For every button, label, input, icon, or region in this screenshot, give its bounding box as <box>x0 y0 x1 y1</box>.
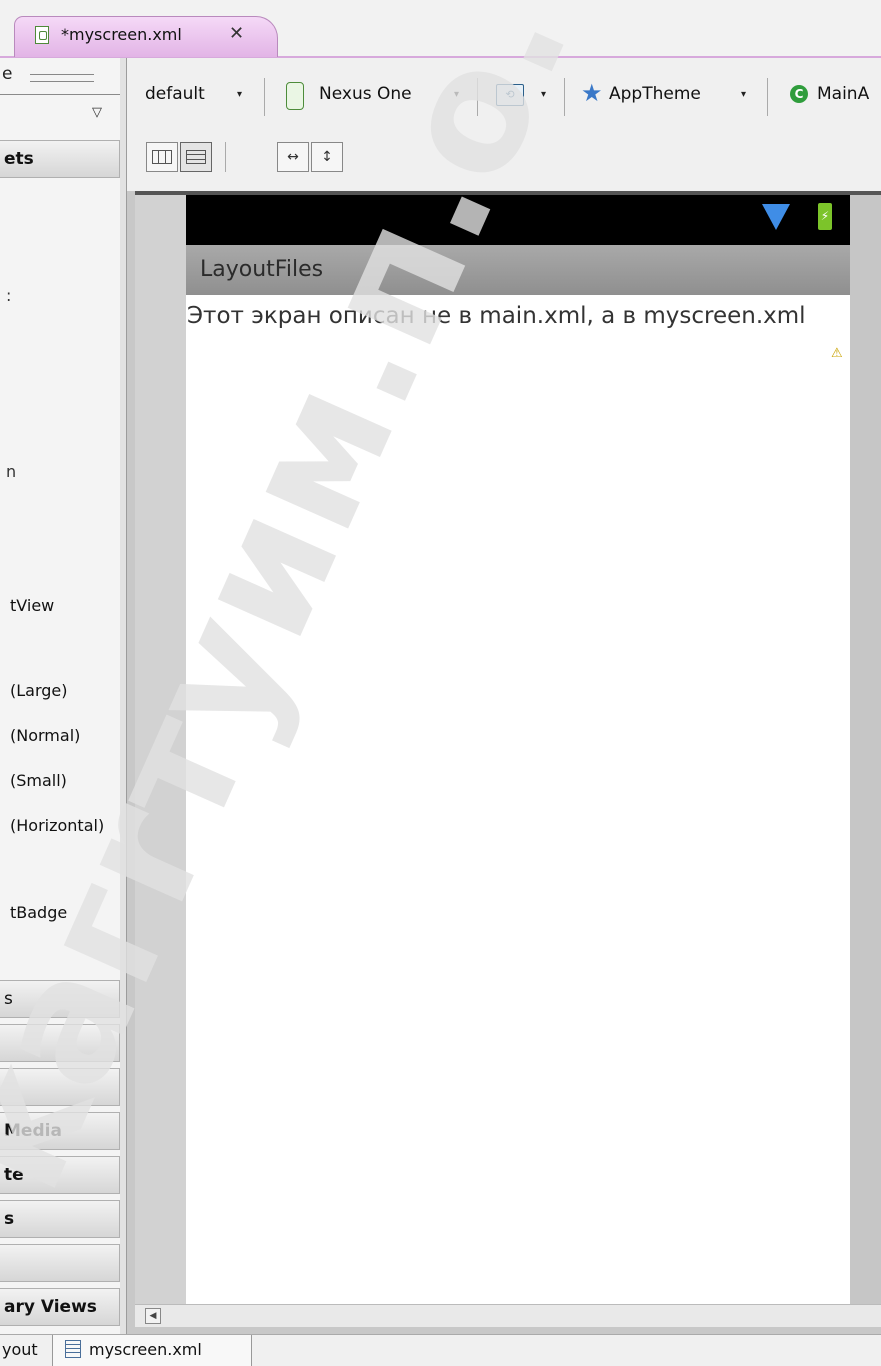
palette-header[interactable] <box>0 1244 120 1282</box>
device-preview[interactable] <box>186 195 850 1304</box>
xml-file-icon <box>65 1339 81 1358</box>
app-title: LayoutFiles <box>200 257 324 282</box>
toolbar-separator <box>225 142 226 172</box>
palette-header[interactable] <box>0 1024 120 1062</box>
textview-content[interactable]: Этот экран описан не в main.xml, а в mys… <box>187 300 832 332</box>
palette-header-custom-library-views[interactable]: ary Views <box>0 1288 120 1326</box>
horizontal-arrows-icon: ↔ <box>287 149 299 165</box>
fill-width-button[interactable]: ↔ <box>277 142 309 172</box>
close-icon[interactable]: ✕ <box>229 23 244 44</box>
palette-item-quickcontactbadge[interactable]: tBadge <box>10 903 67 922</box>
editor-bottom-tabs: yout myscreen.xml <box>0 1334 881 1366</box>
fill-height-button[interactable]: ↕ <box>311 142 343 172</box>
tab-xml-label: myscreen.xml <box>89 1340 202 1359</box>
layout-columns-button[interactable] <box>146 142 178 172</box>
chevron-down-icon[interactable]: ▾ <box>541 89 546 100</box>
toolbar-separator <box>264 78 265 116</box>
palette-header-time-date[interactable]: te <box>0 1156 120 1194</box>
scroll-left-icon[interactable]: ◀ <box>145 1308 161 1324</box>
vertical-arrows-icon: ↕ <box>321 149 333 165</box>
tab-graphical-layout[interactable]: yout <box>0 1335 50 1366</box>
device-dropdown-label[interactable]: Nexus One <box>319 84 412 104</box>
config-dropdown-label[interactable]: default <box>145 84 205 104</box>
palette-item-textview[interactable]: tView <box>10 596 54 615</box>
palette-panel: e ▽ ets : n tView (Large) (Normal) (Smal… <box>0 58 127 1334</box>
palette-dropdown[interactable]: ▽ <box>0 94 120 129</box>
theme-dropdown-label[interactable]: AppTheme <box>609 84 701 104</box>
toolbar-separator <box>564 78 565 116</box>
toolbar-separator <box>767 78 768 116</box>
canvas-margin <box>850 195 881 1304</box>
activity-dropdown-label[interactable]: MainA <box>817 84 869 104</box>
palette-item-fragment[interactable]: n <box>6 462 16 481</box>
palette-header-widgets[interactable]: ets <box>0 140 120 178</box>
warning-icon[interactable]: ⚠ <box>831 346 843 361</box>
palette-item-progress-small[interactable]: (Small) <box>10 771 67 790</box>
palette-search-text: e <box>2 64 13 84</box>
palette-item-progress-normal[interactable]: (Normal) <box>10 726 80 745</box>
device-icon <box>286 82 304 110</box>
editor-tab-myscreen[interactable]: *myscreen.xml ✕ <box>14 16 278 57</box>
palette-item-fragment[interactable]: : <box>6 286 11 305</box>
toolbar-separator <box>477 78 478 116</box>
chevron-down-icon: ▽ <box>92 105 102 120</box>
palette-header[interactable]: s <box>0 980 120 1018</box>
device-status-bar: ⚡ <box>186 195 850 245</box>
palette-grip-icon <box>30 74 94 82</box>
activity-icon: C <box>790 85 808 103</box>
tab-xml-source[interactable]: myscreen.xml <box>52 1335 252 1366</box>
layout-toolbar: ↔ ↕ <box>127 134 881 191</box>
layout-rows-button[interactable] <box>180 142 212 172</box>
chevron-down-icon[interactable]: ▾ <box>741 89 746 100</box>
wifi-icon <box>762 204 790 230</box>
palette-item-progress-horizontal[interactable]: (Horizontal) <box>10 816 104 835</box>
star-icon: ★ <box>581 79 603 107</box>
rows-icon <box>186 150 206 164</box>
palette-header-transitions[interactable]: s <box>0 1200 120 1238</box>
palette-search[interactable]: e <box>0 62 122 92</box>
columns-icon <box>152 150 172 164</box>
chevron-down-icon[interactable]: ▾ <box>237 89 242 100</box>
canvas-horizontal-scrollbar[interactable]: ◀ <box>135 1304 881 1327</box>
palette-header[interactable] <box>0 1068 120 1106</box>
battery-icon: ⚡ <box>818 203 832 230</box>
app-action-bar: LayoutFiles <box>186 245 850 295</box>
editor-tab-strip: *myscreen.xml ✕ <box>0 0 881 59</box>
rotate-icon[interactable]: ⟲ <box>496 84 524 106</box>
chevron-down-icon[interactable]: ▾ <box>454 89 459 100</box>
palette-header-images-media[interactable]: Media <box>0 1112 120 1150</box>
layout-file-icon <box>35 26 49 44</box>
palette-scrollbar[interactable] <box>120 58 126 1334</box>
config-toolbar: default ▾ Nexus One ▾ ⟲ ▾ ★ AppTheme ▾ C… <box>127 58 881 134</box>
palette-item-progress-large[interactable]: (Large) <box>10 681 68 700</box>
editor-tab-label: *myscreen.xml <box>61 25 182 44</box>
